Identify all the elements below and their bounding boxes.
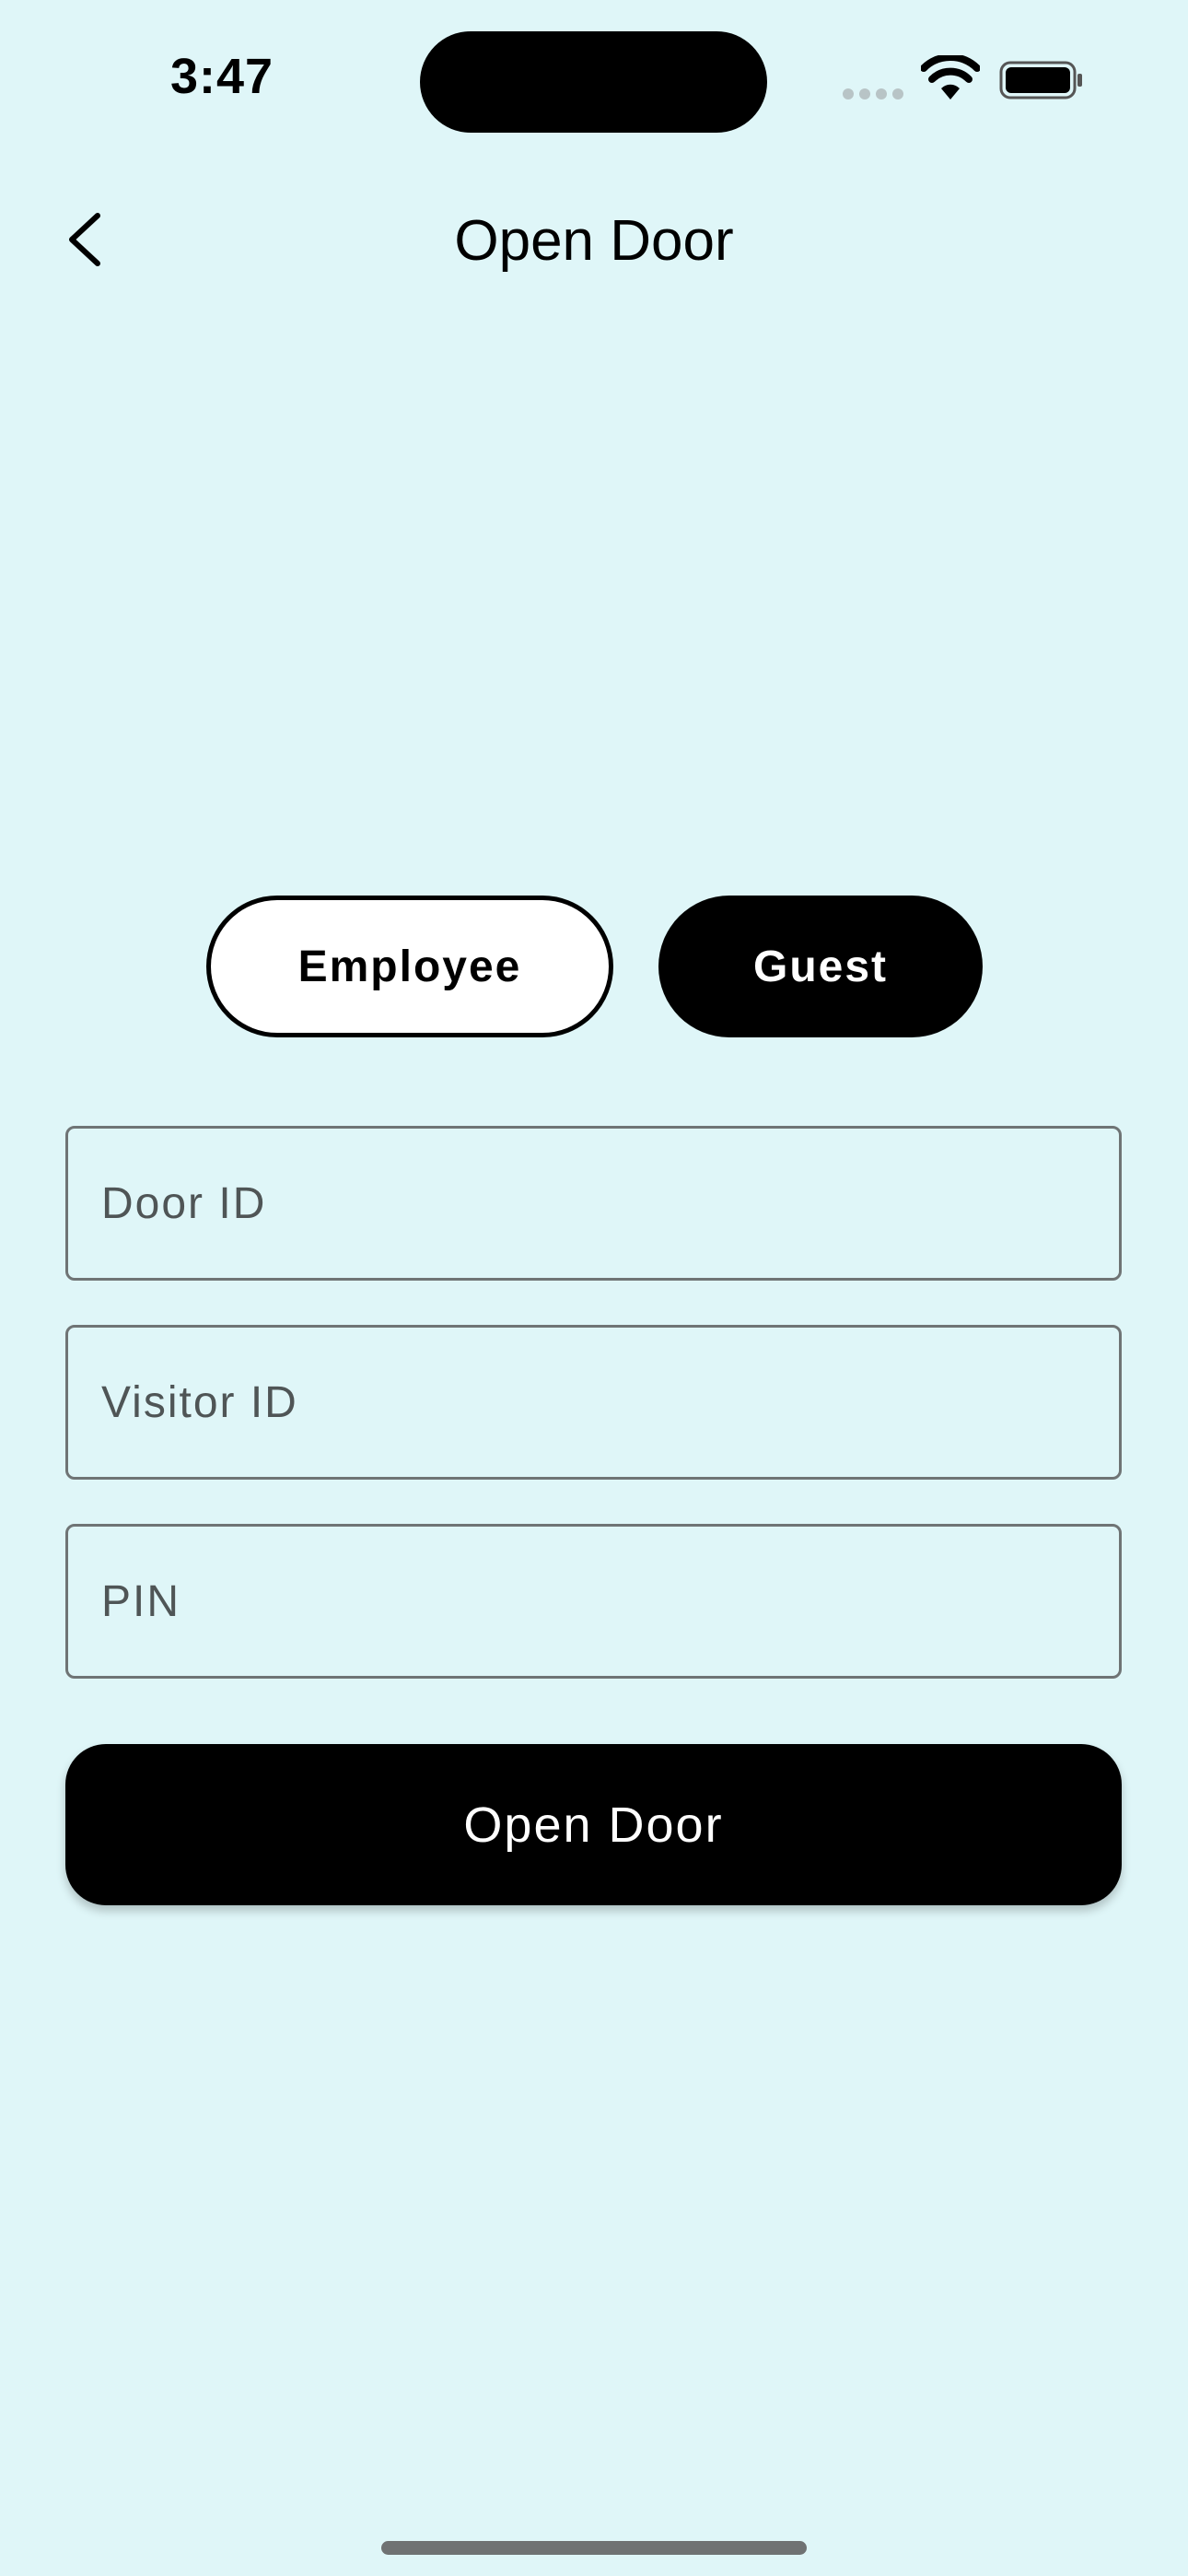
home-indicator[interactable] bbox=[381, 2541, 807, 2555]
cellular-signal-icon bbox=[843, 88, 905, 100]
door-id-input[interactable] bbox=[65, 1126, 1122, 1281]
status-time: 3:47 bbox=[170, 49, 274, 104]
open-door-button[interactable]: Open Door bbox=[65, 1744, 1122, 1905]
dynamic-island bbox=[420, 31, 767, 133]
employee-toggle-button[interactable]: Employee bbox=[206, 896, 613, 1037]
battery-icon bbox=[999, 61, 1082, 100]
mode-toggle: Employee Guest bbox=[0, 896, 1188, 1037]
guest-toggle-button[interactable]: Guest bbox=[658, 896, 983, 1037]
navigation-bar: Open Door bbox=[0, 184, 1188, 295]
pin-input[interactable] bbox=[65, 1524, 1122, 1679]
page-title: Open Door bbox=[454, 209, 734, 273]
status-bar: 3:47 bbox=[0, 0, 1188, 161]
visitor-id-input[interactable] bbox=[65, 1325, 1122, 1480]
wifi-icon bbox=[921, 55, 980, 100]
